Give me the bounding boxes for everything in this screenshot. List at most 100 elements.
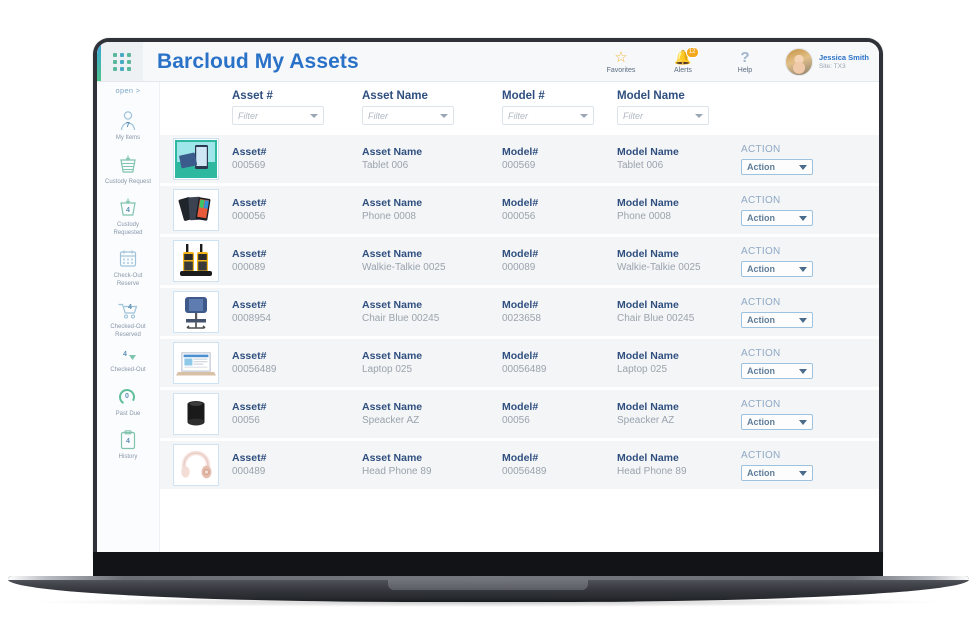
sidebar-item-custody-requested[interactable]: 4 Custody Requested xyxy=(97,192,159,243)
column-header-asset-no: Asset # xyxy=(232,90,273,102)
cell-label-asset-no: Asset# xyxy=(232,350,267,362)
calendar-icon xyxy=(117,248,139,270)
action-column-label: ACTION xyxy=(741,450,781,461)
sidebar-item-past-due[interactable]: 0 Past Due xyxy=(97,381,159,425)
action-dropdown-button[interactable]: Action xyxy=(741,210,813,226)
bell-icon: 🔔 12 xyxy=(674,46,699,65)
cell-value-model-name: Laptop 025 xyxy=(617,364,668,375)
cell-label-model-name: Model Name xyxy=(617,146,679,158)
app-body: open > 7 My Items Custody Request 4 Cust… xyxy=(97,82,879,556)
action-button-label: Action xyxy=(747,162,775,172)
table-row[interactable]: Asset# 0008954 Asset Name Chair Blue 00245 M… xyxy=(160,288,879,336)
filter-placeholder: Filter xyxy=(238,110,258,121)
custody-requested-count: 4 xyxy=(126,207,130,214)
cell-label-model-name: Model Name xyxy=(617,197,679,209)
table-row[interactable]: Asset# 000489 Asset Name Head Phone 89 Model… xyxy=(160,441,879,489)
sidebar-item-my-items[interactable]: 7 My Items xyxy=(97,105,159,149)
alerts-label: Alerts xyxy=(674,66,692,74)
cell-label-asset-name: Asset Name xyxy=(362,401,423,413)
assets-table: Asset # Asset Name Model # Model Name Fi… xyxy=(160,82,879,556)
action-column-label: ACTION xyxy=(741,399,781,410)
checked-out-icon: 4 xyxy=(117,350,139,364)
table-row[interactable]: Asset# 000569 Asset Name Tablet 006 Model# 00… xyxy=(160,135,879,183)
sidebar-item-checked-out-reserved[interactable]: 4 Checked-Out Reserved xyxy=(97,294,159,345)
sidebar-item-check-out-reserve[interactable]: Check-Out Reserve xyxy=(97,243,159,294)
apps-grid-glyph xyxy=(113,52,131,71)
sidebar-item-history[interactable]: 4 History xyxy=(97,424,159,468)
cell-value-asset-no: 000056 xyxy=(232,211,266,222)
apps-grid-icon[interactable] xyxy=(101,42,143,81)
cell-label-model-name: Model Name xyxy=(617,299,679,311)
tablet-icon xyxy=(173,138,219,180)
chevron-down-icon xyxy=(799,164,807,170)
action-dropdown-button[interactable]: Action xyxy=(741,414,813,430)
cell-label-asset-no: Asset# xyxy=(232,401,267,413)
cell-value-model-name: Phone 0008 xyxy=(617,211,671,222)
cell-value-asset-no: 000569 xyxy=(232,160,266,171)
cell-label-model-name: Model Name xyxy=(617,350,679,362)
favorites-label: Favorites xyxy=(606,66,636,74)
cell-label-model-name: Model Name xyxy=(617,401,679,413)
table-row[interactable]: Asset# 000089 Asset Name Walkie-Talkie 0025… xyxy=(160,237,879,285)
help-button[interactable]: ? Help xyxy=(723,50,767,74)
cell-value-asset-name: Speacker AZ xyxy=(362,415,420,426)
column-header-model-no: Model # xyxy=(502,90,545,102)
column-header-model-name: Model Name xyxy=(617,90,685,102)
table-body: Asset# 000569 Asset Name Tablet 006 Model# 00… xyxy=(160,135,879,489)
action-button-label: Action xyxy=(747,315,775,325)
sidebar-item-label: Custody Request xyxy=(104,178,152,185)
filter-model-name[interactable]: Filter xyxy=(617,106,709,125)
cell-label-model-no: Model# xyxy=(502,197,539,209)
cell-label-model-no: Model# xyxy=(502,248,539,260)
cell-value-asset-name: Phone 0008 xyxy=(362,211,416,222)
filter-model-no[interactable]: Filter xyxy=(502,106,594,125)
action-dropdown-button[interactable]: Action xyxy=(741,312,813,328)
action-dropdown-button[interactable]: Action xyxy=(741,261,813,277)
cell-value-model-name: Speacker AZ xyxy=(617,415,675,426)
action-button-label: Action xyxy=(747,366,775,376)
phones-icon xyxy=(173,189,219,231)
cart-icon: 4 xyxy=(117,299,139,321)
cell-label-model-no: Model# xyxy=(502,299,539,311)
action-button-label: Action xyxy=(747,417,775,427)
action-dropdown-button[interactable]: Action xyxy=(741,159,813,175)
cell-label-asset-name: Asset Name xyxy=(362,197,423,209)
cell-value-asset-no: 000489 xyxy=(232,466,266,477)
cell-label-asset-no: Asset# xyxy=(232,146,267,158)
sidebar-item-custody-request[interactable]: Custody Request xyxy=(97,149,159,193)
sidebar-item-checked-out[interactable]: 4 Checked-Out xyxy=(97,345,159,381)
action-dropdown-button[interactable]: Action xyxy=(741,363,813,379)
sidebar-open-toggle[interactable]: open > xyxy=(116,86,141,95)
sidebar-item-label: Past Due xyxy=(115,410,141,417)
table-row[interactable]: Asset# 00056 Asset Name Speacker AZ Model# 00… xyxy=(160,390,879,438)
cell-label-asset-no: Asset# xyxy=(232,248,267,260)
cell-label-model-no: Model# xyxy=(502,146,539,158)
table-row[interactable]: Asset# 000056 Asset Name Phone 0008 Model# 00… xyxy=(160,186,879,234)
cell-value-model-no: 00056489 xyxy=(502,466,547,477)
cell-label-model-name: Model Name xyxy=(617,248,679,260)
cell-label-asset-name: Asset Name xyxy=(362,299,423,311)
action-column-label: ACTION xyxy=(741,348,781,359)
filter-asset-name[interactable]: Filter xyxy=(362,106,454,125)
cell-value-asset-no: 000089 xyxy=(232,262,266,273)
gauge-icon: 0 xyxy=(117,386,139,408)
laptop-base-notch xyxy=(388,578,588,590)
custody-requested-icon: 4 xyxy=(117,197,139,219)
cell-value-model-name: Tablet 006 xyxy=(617,160,664,171)
cell-label-model-name: Model Name xyxy=(617,452,679,464)
action-button-label: Action xyxy=(747,468,775,478)
filter-asset-no[interactable]: Filter xyxy=(232,106,324,125)
sidebar-item-label: My Items xyxy=(115,135,141,141)
favorites-button[interactable]: ☆ Favorites xyxy=(599,50,643,74)
cell-label-model-no: Model# xyxy=(502,350,539,362)
table-row[interactable]: Asset# 00056489 Asset Name Laptop 025 Model#… xyxy=(160,339,879,387)
alerts-button[interactable]: 🔔 12 Alerts xyxy=(661,46,705,74)
cell-value-model-no: 000569 xyxy=(502,160,536,171)
chevron-down-icon xyxy=(695,113,703,118)
cell-value-asset-name: Walkie-Talkie 0025 xyxy=(362,262,446,273)
office-chair-icon xyxy=(173,291,219,333)
alerts-badge: 12 xyxy=(685,46,699,58)
action-dropdown-button[interactable]: Action xyxy=(741,465,813,481)
laptop-shadow xyxy=(40,597,937,607)
user-menu[interactable]: Jessica Smith Site: TX3 xyxy=(784,47,869,76)
